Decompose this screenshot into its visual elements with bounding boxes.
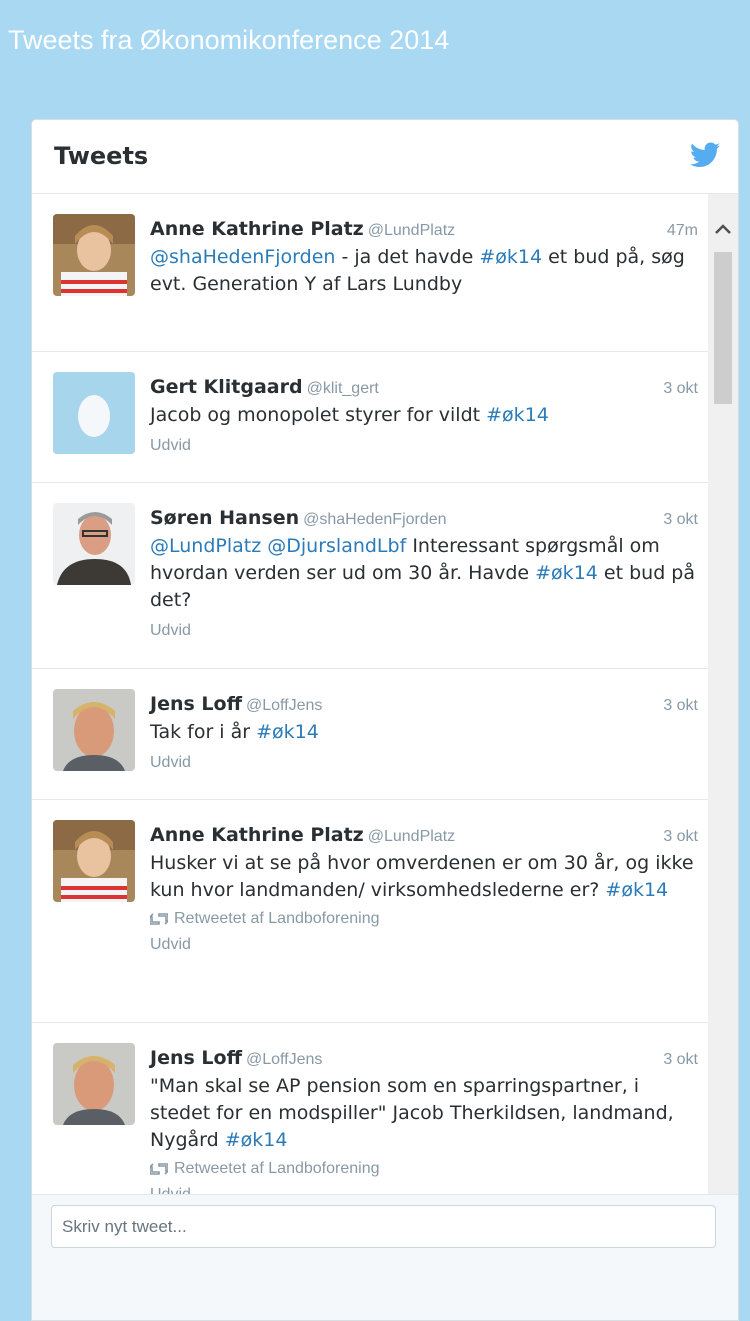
tweet-timestamp[interactable]: 3 okt	[663, 1051, 698, 1069]
tweet-author-name[interactable]: Jens Loff	[150, 1047, 242, 1069]
tweet-author-handle[interactable]: @klit_gert	[307, 380, 379, 397]
tweet-author-handle[interactable]: @LoffJens	[246, 1051, 322, 1068]
tweet-text-segment: - ja det havde	[335, 246, 480, 268]
mention-link[interactable]: @shaHedenFjorden	[150, 246, 335, 268]
compose-footer	[32, 1194, 738, 1320]
tweet-author-handle[interactable]: @shaHedenFjorden	[303, 511, 446, 528]
tweet-item[interactable]: Anne Kathrine Platz @LundPlatz 3 okt Husker…	[32, 800, 708, 1023]
mention-link[interactable]: @DjurslandLbf	[267, 535, 406, 557]
expand-link[interactable]: Udvid	[150, 1186, 698, 1194]
tweet-text-segment: Tak for i år	[150, 721, 257, 743]
avatar[interactable]	[53, 820, 135, 902]
tweet-text: Tak for i år #øk14	[150, 719, 698, 746]
tweet-text: "Man skal se AP pension som en sparrings…	[150, 1073, 698, 1154]
tweet-timestamp[interactable]: 3 okt	[663, 828, 698, 846]
tweet-author-name[interactable]: Anne Kathrine Platz	[150, 218, 364, 240]
tweet-author-handle[interactable]: @LoffJens	[246, 697, 322, 714]
twitter-bird-icon[interactable]	[690, 142, 720, 168]
tweet-author-name[interactable]: Anne Kathrine Platz	[150, 824, 364, 846]
tweet-author-handle[interactable]: @LundPlatz	[368, 828, 455, 845]
tweet-item[interactable]: Jens Loff @LoffJens 3 okt "Man skal se AP p…	[32, 1023, 708, 1194]
page-title: Tweets fra Økonomikonference 2014	[8, 25, 450, 55]
tweet-author-name[interactable]: Gert Klitgaard	[150, 376, 303, 398]
avatar[interactable]	[53, 503, 135, 585]
retweet-label: Retweetet af Landboforening	[174, 910, 380, 927]
tweet-text: Husker vi at se på hvor omverdenen er om…	[150, 850, 698, 904]
expand-link[interactable]: Udvid	[150, 622, 698, 640]
avatar[interactable]	[53, 372, 135, 454]
compose-tweet-input[interactable]	[51, 1205, 716, 1248]
tweet-timestamp[interactable]: 3 okt	[663, 511, 698, 529]
retweet-label: Retweetet af Landboforening	[174, 1160, 380, 1177]
tweet-author-handle[interactable]: @LundPlatz	[368, 222, 455, 239]
tweet-item[interactable]: Gert Klitgaard @klit_gert 3 okt Jacob og mo…	[32, 352, 708, 483]
expand-link[interactable]: Udvid	[150, 437, 698, 455]
retweet-info[interactable]: Retweetet af Landboforening	[150, 1160, 698, 1178]
tweet-text: Jacob og monopolet styrer for vildt #øk1…	[150, 402, 698, 429]
tweet-timestamp[interactable]: 3 okt	[663, 697, 698, 715]
tweet-feed[interactable]: Anne Kathrine Platz @LundPlatz 47m @shaHede…	[32, 194, 708, 1194]
tweet-item[interactable]: Anne Kathrine Platz @LundPlatz 47m @shaHede…	[32, 194, 708, 352]
tweet-author-name[interactable]: Søren Hansen	[150, 507, 299, 529]
avatar[interactable]	[53, 689, 135, 771]
mention-link[interactable]: @LundPlatz	[150, 535, 261, 557]
retweet-icon	[150, 913, 168, 925]
hashtag-link[interactable]: #øk14	[479, 246, 542, 268]
tweet-text: @LundPlatz @DjurslandLbf Interessant spø…	[150, 533, 698, 614]
expand-link[interactable]: Udvid	[150, 936, 698, 954]
expand-link[interactable]: Udvid	[150, 754, 698, 772]
hashtag-link[interactable]: #øk14	[486, 404, 549, 426]
tweet-item[interactable]: Jens Loff @LoffJens 3 okt Tak for i år #øk1…	[32, 669, 708, 800]
hashtag-link[interactable]: #øk14	[605, 879, 668, 901]
tweet-text: @shaHedenFjorden - ja det havde #øk14 et…	[150, 244, 698, 298]
tweet-author-name[interactable]: Jens Loff	[150, 693, 242, 715]
tweet-timestamp[interactable]: 47m	[667, 222, 698, 240]
avatar[interactable]	[53, 1043, 135, 1125]
widget-header: Tweets	[32, 120, 738, 194]
hashtag-link[interactable]: #øk14	[535, 562, 598, 584]
tweet-item[interactable]: Søren Hansen @shaHedenFjorden 3 okt @LundPl…	[32, 483, 708, 669]
chevron-up-icon[interactable]	[713, 222, 733, 236]
twitter-widget: Tweets Anne Kathrine Platz @LundPlatz 47m @…	[31, 119, 739, 1321]
retweet-icon	[150, 1163, 168, 1175]
retweet-info[interactable]: Retweetet af Landboforening	[150, 910, 698, 928]
scrollbar-thumb[interactable]	[714, 252, 732, 404]
widget-title: Tweets	[54, 142, 149, 170]
avatar[interactable]	[53, 214, 135, 296]
tweet-text-segment: Jacob og monopolet styrer for vildt	[150, 404, 487, 426]
tweet-timestamp[interactable]: 3 okt	[663, 380, 698, 398]
hashtag-link[interactable]: #øk14	[225, 1129, 288, 1151]
hashtag-link[interactable]: #øk14	[256, 721, 319, 743]
scrollbar[interactable]	[708, 194, 738, 1212]
